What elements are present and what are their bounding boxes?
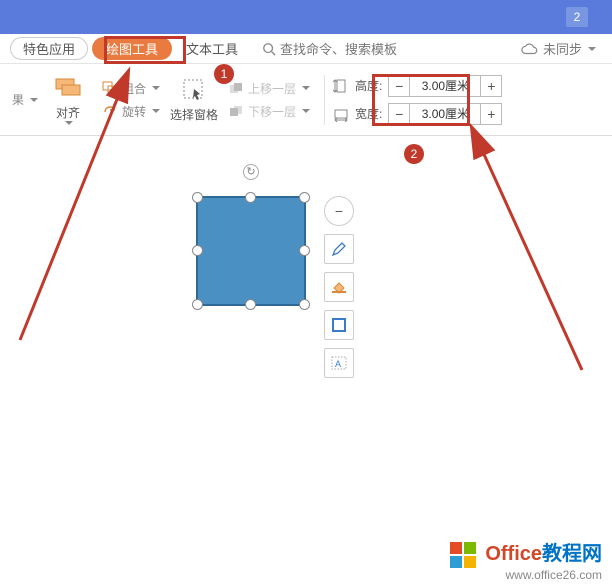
tab-text-tools[interactable]: 文本工具 xyxy=(176,38,248,59)
chevron-down-icon xyxy=(588,47,596,51)
tab-special-app[interactable]: 特色应用 xyxy=(10,37,88,60)
watermark-brand-blue: 教程网 xyxy=(542,543,602,565)
selected-rectangle-shape[interactable]: ↻ xyxy=(196,196,306,306)
bring-forward-button: 上移一层 xyxy=(228,80,310,97)
tab-bar: 特色应用 绘图工具 文本工具 查找命令、搜索模板 未同步 xyxy=(0,34,612,64)
watermark: Office教程网 www.office26.com xyxy=(450,537,602,582)
cloud-icon xyxy=(521,42,539,56)
sync-label: 未同步 xyxy=(543,39,582,58)
rotate-handle[interactable]: ↻ xyxy=(243,164,259,180)
chevron-down-icon xyxy=(65,121,73,125)
watermark-brand-orange: Office xyxy=(485,543,542,565)
height-minus-button[interactable]: − xyxy=(388,75,410,97)
fill-tool-button[interactable] xyxy=(324,272,354,302)
outline-icon xyxy=(330,316,348,334)
rotate-button[interactable]: 旋转 xyxy=(102,103,160,120)
bring-forward-icon xyxy=(228,81,244,95)
outline-tool-button[interactable] xyxy=(324,310,354,340)
search-box[interactable]: 查找命令、搜索模板 xyxy=(262,39,397,58)
height-label: 高度: xyxy=(355,77,382,94)
watermark-url: www.office26.com xyxy=(450,568,602,582)
text-tool-button[interactable]: A xyxy=(324,348,354,378)
width-minus-button[interactable]: − xyxy=(388,103,410,125)
width-label: 宽度: xyxy=(355,105,382,122)
align-icon xyxy=(54,75,82,101)
tab-drawing-tools[interactable]: 绘图工具 xyxy=(92,37,172,60)
fill-icon xyxy=(330,278,348,296)
width-plus-button[interactable]: + xyxy=(480,103,502,125)
pen-tool-button[interactable] xyxy=(324,234,354,264)
resize-handle-nw[interactable] xyxy=(192,192,203,203)
text-icon: A xyxy=(330,354,348,372)
selection-pane-button[interactable]: 选择窗格 xyxy=(166,70,222,130)
effect-button[interactable]: 果 xyxy=(12,91,34,108)
ribbon-toolbar: 果 对齐 组合 旋转 选择窗格 上移一层 下移一层 高度: xyxy=(0,64,612,136)
resize-handle-sw[interactable] xyxy=(192,299,203,310)
resize-handle-ne[interactable] xyxy=(299,192,310,203)
resize-handle-w[interactable] xyxy=(192,245,203,256)
resize-handle-se[interactable] xyxy=(299,299,310,310)
logo-icon xyxy=(450,542,476,568)
size-group: 高度: − + 宽度: − + xyxy=(333,75,502,125)
selection-pane-icon xyxy=(180,77,208,103)
width-icon xyxy=(333,106,349,122)
height-plus-button[interactable]: + xyxy=(480,75,502,97)
send-backward-icon xyxy=(228,104,244,118)
resize-handle-n[interactable] xyxy=(245,192,256,203)
height-spinner: − + xyxy=(388,75,502,97)
canvas-area[interactable]: ↻ − A Office教程网 xyxy=(0,136,612,588)
search-icon xyxy=(262,42,276,56)
separator xyxy=(324,75,325,125)
resize-handle-e[interactable] xyxy=(299,245,310,256)
rotate-icon xyxy=(102,104,118,118)
title-bar: 2 xyxy=(0,0,612,34)
pen-icon xyxy=(330,240,348,258)
send-backward-button: 下移一层 xyxy=(228,103,310,120)
height-icon xyxy=(333,78,349,94)
search-placeholder: 查找命令、搜索模板 xyxy=(280,39,397,58)
sync-button[interactable]: 未同步 xyxy=(521,39,596,58)
width-spinner: − + xyxy=(388,103,502,125)
height-input[interactable] xyxy=(410,75,480,97)
group-button[interactable]: 组合 xyxy=(102,80,160,97)
shape-quick-tools: − A xyxy=(324,196,354,378)
width-input[interactable] xyxy=(410,103,480,125)
collapse-tools-button[interactable]: − xyxy=(324,196,354,226)
window-count-badge: 2 xyxy=(566,7,588,27)
resize-handle-s[interactable] xyxy=(245,299,256,310)
svg-text:A: A xyxy=(335,359,341,369)
group-icon xyxy=(102,81,118,95)
align-button[interactable]: 对齐 xyxy=(40,70,96,130)
